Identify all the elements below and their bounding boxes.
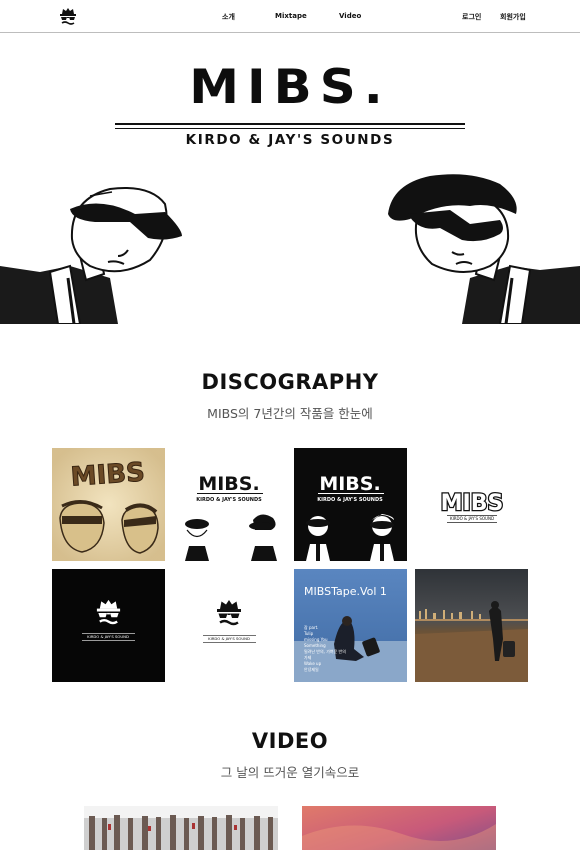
album-cover-4[interactable]: MIBS MIBS KIRDO & JAY'S SOUND xyxy=(415,448,528,561)
album-3-title: MIBS. xyxy=(319,473,380,495)
album-3-subtitle: KIRDO & JAY'S SOUNDS xyxy=(317,497,383,503)
left-character xyxy=(0,187,182,324)
track-6: 가제 xyxy=(304,654,312,660)
signup-link[interactable]: 회원가입 xyxy=(500,12,526,22)
login-link[interactable]: 로그인 xyxy=(462,12,481,22)
nav-about[interactable]: 소개 xyxy=(222,12,235,22)
album-cover-5[interactable]: KIRDO & JAY'S SOUND xyxy=(52,569,165,682)
video-thumbnail-2[interactable] xyxy=(302,806,496,850)
hero-divider-thin xyxy=(115,128,465,129)
track-7: Wake up xyxy=(304,661,322,666)
video-thumbnail-1[interactable] xyxy=(84,806,278,850)
album-7-title: MIBSTape.Vol 1 xyxy=(304,585,387,598)
svg-text:MIBS: MIBS xyxy=(441,491,504,516)
nav-mixtape[interactable]: Mixtape xyxy=(275,12,307,20)
discography-subtitle: MIBS의 7년간의 작품을 한눈에 xyxy=(207,406,373,421)
video-title: VIDEO xyxy=(251,729,329,753)
album-2-title: MIBS. xyxy=(198,473,259,495)
album-cover-1[interactable]: MIBS xyxy=(52,448,165,561)
nav-video[interactable]: Video xyxy=(339,12,361,20)
track-2: Tulip xyxy=(303,631,314,636)
track-4: Something xyxy=(304,643,326,648)
hero-divider xyxy=(115,123,465,125)
album-4-subtitle: KIRDO & JAY'S SOUND xyxy=(450,516,494,521)
right-character xyxy=(388,174,580,324)
site-header: 소개 Mixtape Video 로그인 회원가입 xyxy=(0,0,580,33)
track-8: 안녕제일 xyxy=(304,666,319,672)
hero-subtitle: KIRDO & JAY'S SOUNDS xyxy=(185,132,395,148)
album-cover-6[interactable]: KIRDO & JAY'S SOUND xyxy=(173,569,286,682)
album-cover-2[interactable]: MIBS. KIRDO & JAY'S SOUNDS xyxy=(173,448,286,561)
track-1: 잠 part. xyxy=(304,624,318,630)
discography-title: DISCOGRAPHY xyxy=(201,370,379,394)
track-3: missing You xyxy=(304,637,328,642)
sunglasses-face-logo-icon[interactable] xyxy=(58,6,78,28)
album-2-subtitle: KIRDO & JAY'S SOUNDS xyxy=(196,497,262,503)
hero-title: MIBS. xyxy=(189,59,391,115)
album-1-title: MIBS xyxy=(70,457,146,492)
track-5: 밀려난 반의, 가벼운 반의 xyxy=(304,648,346,654)
album-cover-8[interactable] xyxy=(415,569,528,682)
video-subtitle: 그 날의 뜨거운 열기속으로 xyxy=(220,765,360,780)
album-6-subtitle: KIRDO & JAY'S SOUND xyxy=(208,636,250,641)
album-cover-7[interactable]: MIBSTape.Vol 1 잠 part. Tulip missing You… xyxy=(294,569,407,682)
album-cover-3[interactable]: MIBS. KIRDO & JAY'S SOUNDS xyxy=(294,448,407,561)
album-5-subtitle: KIRDO & JAY'S SOUND xyxy=(87,634,129,639)
hero-banner: MIBS. KIRDO & JAY'S SOUNDS xyxy=(0,34,580,324)
